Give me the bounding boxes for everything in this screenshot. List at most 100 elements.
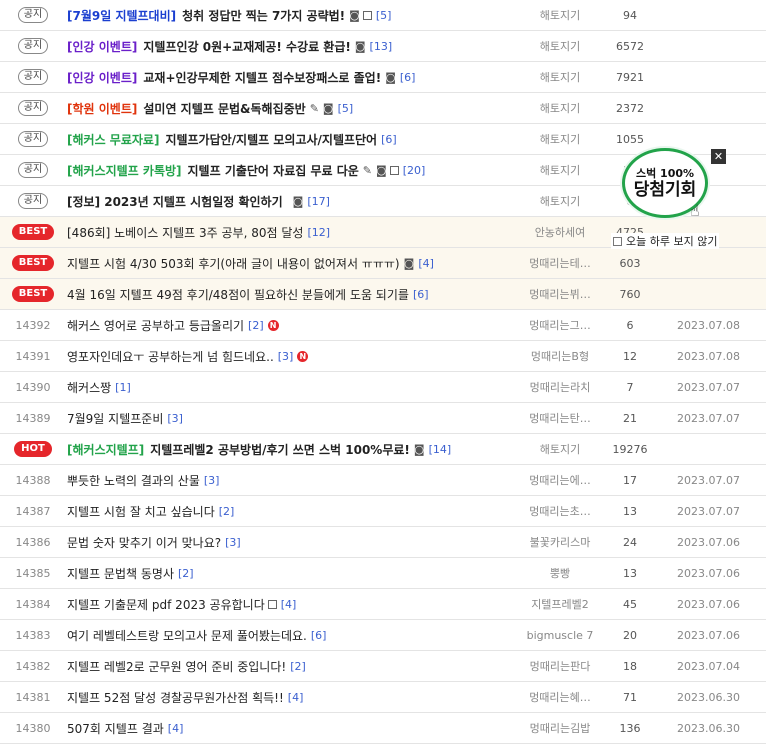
comment-count[interactable]: [5] xyxy=(338,102,354,115)
post-author[interactable]: 해토지기 xyxy=(505,93,615,123)
table-row[interactable]: 14386 문법 숫자 맞추기 이거 맞나요? [3] 불꽃카리스마 24 2023.07… xyxy=(0,527,766,558)
post-author[interactable]: 해토지기 xyxy=(505,0,615,30)
post-title-link[interactable]: 4월 16일 지텔프 49점 후기/48점이 필요하신 분들에게 도움 되기를 xyxy=(67,286,409,303)
post-category[interactable]: [인강 이벤트] xyxy=(67,38,137,55)
post-author[interactable]: 해토지기 xyxy=(505,434,615,464)
post-title-link[interactable]: 지텔프 레벨2로 군무원 영어 준비 중입니다! xyxy=(67,658,286,675)
post-author[interactable]: bigmuscle 7 xyxy=(505,620,615,650)
post-category[interactable]: [해커스지텔프] xyxy=(67,441,144,458)
post-title-cell[interactable]: 해커스짱 [1] xyxy=(67,372,517,402)
post-title-link[interactable]: 여기 레벨테스트랑 모의고사 문제 풀어봤는데요. xyxy=(67,627,307,644)
comment-count[interactable]: [14] xyxy=(429,443,452,456)
post-title-cell[interactable]: [인강 이벤트] 지텔프인강 0원+교재제공! 수강료 환급! ◙ [13] xyxy=(67,31,517,61)
table-row[interactable]: 14382 지텔프 레벨2로 군무원 영어 준비 중입니다! [2] 멍때리는판다 18… xyxy=(0,651,766,682)
post-author[interactable]: 불꽃카리스마 xyxy=(505,527,615,557)
post-title-link[interactable]: 7월9일 지텔프준비 xyxy=(67,410,163,427)
comment-count[interactable]: [6] xyxy=(311,629,327,642)
post-author[interactable]: 지텔프레벨2 xyxy=(505,589,615,619)
table-row[interactable]: 14390 해커스짱 [1] 멍때리는라치 7 2023.07.07 xyxy=(0,372,766,403)
post-title-cell[interactable]: 지텔프 시험 잘 치고 싶습니다 [2] xyxy=(67,496,517,526)
comment-count[interactable]: [2] xyxy=(290,660,306,673)
post-title-link[interactable]: [486회] 노베이스 지텔프 3주 공부, 80점 달성 xyxy=(67,224,303,241)
post-author[interactable]: 해토지기 xyxy=(505,31,615,61)
post-title-link[interactable]: 지텔프 문법책 동명사 xyxy=(67,565,174,582)
table-row[interactable]: 14383 여기 레벨테스트랑 모의고사 문제 풀어봤는데요. [6] bigmusc… xyxy=(0,620,766,651)
post-title-link[interactable]: 청취 정답만 찍는 7가지 공략법! xyxy=(182,7,345,24)
table-row[interactable]: 14388 뿌듯한 노력의 결과의 산물 [3] 멍때리는에… 17 2023.07.07 xyxy=(0,465,766,496)
post-title-cell[interactable]: 지텔프 레벨2로 군무원 영어 준비 중입니다! [2] xyxy=(67,651,517,681)
post-title-cell[interactable]: 507회 지텔프 결과 [4] xyxy=(67,713,517,743)
post-title-cell[interactable]: [학원 이벤트] 설미연 지텔프 문법&독해집중반 ✎ ◙ [5] xyxy=(67,93,517,123)
comment-count[interactable]: [3] xyxy=(278,350,294,363)
table-row[interactable]: 14384 지텔프 기출문제 pdf 2023 공유합니다 [4] 지텔프레벨2 45 2… xyxy=(0,589,766,620)
comment-count[interactable]: [13] xyxy=(370,40,393,53)
post-author[interactable]: 안농하세여 xyxy=(505,217,615,247)
post-category[interactable]: [해커스지텔프 카톡방] xyxy=(67,162,182,179)
post-category[interactable]: [인강 이벤트] xyxy=(67,69,137,86)
post-category[interactable]: [7월9일 지텔프대비] xyxy=(67,7,176,24)
close-popup-button[interactable]: ✕ xyxy=(711,149,726,164)
table-row[interactable]: BEST 4월 16일 지텔프 49점 후기/48점이 필요하신 분들에게 도움 … xyxy=(0,279,766,310)
comment-count[interactable]: [4] xyxy=(281,598,297,611)
comment-count[interactable]: [5] xyxy=(376,9,392,22)
post-category[interactable]: [학원 이벤트] xyxy=(67,100,137,117)
hide-today-checkbox[interactable]: 오늘 하루 보지 않기 xyxy=(611,233,720,249)
table-row[interactable]: 14391 영포자인데요ㅜ 공부하는게 넘 힘드네요.. [3] N 멍때리는B형 12 2… xyxy=(0,341,766,372)
post-title-cell[interactable]: 지텔프 기출문제 pdf 2023 공유합니다 [4] xyxy=(67,589,517,619)
post-title-link[interactable]: 지텔프 기출단어 자료집 무료 다운 xyxy=(188,162,359,179)
post-title-link[interactable]: 지텔프 기출문제 pdf 2023 공유합니다 xyxy=(67,596,265,613)
post-title-cell[interactable]: [해커스 무료자료] 지텔프가답안/지텔프 모의고사/지텔프단어 [6] xyxy=(67,124,517,154)
table-row[interactable]: 공지 [인강 이벤트] 지텔프인강 0원+교재제공! 수강료 환급! ◙ [13] 해토지… xyxy=(0,31,766,62)
post-title-link[interactable]: 영포자인데요ㅜ 공부하는게 넘 힘드네요.. xyxy=(67,348,274,365)
post-title-link[interactable]: 지텔프인강 0원+교재제공! 수강료 환급! xyxy=(143,38,350,55)
comment-count[interactable]: [20] xyxy=(403,164,426,177)
post-title-link[interactable]: 지텔프 시험 4/30 503회 후기(아래 글이 내용이 없어져서 ㅠㅠㅠ) xyxy=(67,255,400,272)
comment-count[interactable]: [2] xyxy=(219,505,235,518)
table-row[interactable]: 14387 지텔프 시험 잘 치고 싶습니다 [2] 멍때리는초… 13 2023.07.… xyxy=(0,496,766,527)
comment-count[interactable]: [6] xyxy=(381,133,397,146)
checkbox-icon[interactable] xyxy=(613,236,622,246)
post-title-cell[interactable]: 7월9일 지텔프준비 [3] xyxy=(67,403,517,433)
post-title-cell[interactable]: 영포자인데요ㅜ 공부하는게 넘 힘드네요.. [3] N xyxy=(67,341,517,371)
promo-popup[interactable]: 스벅 100% 당첨기회 ☝ ✕ 오늘 하루 보지 않기 xyxy=(608,146,728,251)
post-title-cell[interactable]: 지텔프 문법책 동명사 [2] xyxy=(67,558,517,588)
post-title-link[interactable]: 지텔프 시험 잘 치고 싶습니다 xyxy=(67,503,215,520)
post-title-link[interactable]: 뿌듯한 노력의 결과의 산물 xyxy=(67,472,200,489)
post-title-cell[interactable]: 뿌듯한 노력의 결과의 산물 [3] xyxy=(67,465,517,495)
post-title-cell[interactable]: 문법 숫자 맞추기 이거 맞나요? [3] xyxy=(67,527,517,557)
table-row[interactable]: 공지 [학원 이벤트] 설미연 지텔프 문법&독해집중반 ✎ ◙ [5] 해토지기 2372 xyxy=(0,93,766,124)
post-title-cell[interactable]: [해커스지텔프 카톡방] 지텔프 기출단어 자료집 무료 다운 ✎ ◙ [20] xyxy=(67,155,517,185)
post-title-link[interactable]: 지텔프가답안/지텔프 모의고사/지텔프단어 xyxy=(165,131,377,148)
post-title-cell[interactable]: 여기 레벨테스트랑 모의고사 문제 풀어봤는데요. [6] xyxy=(67,620,517,650)
post-title-link[interactable]: 문법 숫자 맞추기 이거 맞나요? xyxy=(67,534,221,551)
comment-count[interactable]: [4] xyxy=(168,722,184,735)
post-author[interactable]: 멍때리는라치 xyxy=(505,372,615,402)
post-title-link[interactable]: 설미연 지텔프 문법&독해집중반 xyxy=(143,100,305,117)
post-category[interactable]: [해커스 무료자료] xyxy=(67,131,159,148)
comment-count[interactable]: [3] xyxy=(167,412,183,425)
post-title-link[interactable]: 507회 지텔프 결과 xyxy=(67,720,164,737)
comment-count[interactable]: [2] xyxy=(178,567,194,580)
post-title-cell[interactable]: [인강 이벤트] 교재+인강무제한 지텔프 점수보장패스로 졸업! ◙ [6] xyxy=(67,62,517,92)
comment-count[interactable]: [1] xyxy=(115,381,131,394)
post-title-cell[interactable]: [486회] 노베이스 지텔프 3주 공부, 80점 달성 [12] xyxy=(67,217,517,247)
table-row[interactable]: 14389 7월9일 지텔프준비 [3] 멍때리는탄… 21 2023.07.07 xyxy=(0,403,766,434)
post-title-cell[interactable]: 지텔프 52점 달성 경찰공무원가산점 획득!! [4] xyxy=(67,682,517,712)
table-row[interactable]: 공지 [7월9일 지텔프대비] 청취 정답만 찍는 7가지 공략법! ◙ [5] 해토지기… xyxy=(0,0,766,31)
table-row[interactable]: BEST 지텔프 시험 4/30 503회 후기(아래 글이 내용이 없어져서 ㅠ… xyxy=(0,248,766,279)
post-title-cell[interactable]: [정보] 2023년 지텔프 시험일정 확인하기 ◙ [17] xyxy=(67,186,517,216)
table-row[interactable]: 14385 지텔프 문법책 동명사 [2] 뿡빵 13 2023.07.06 xyxy=(0,558,766,589)
post-author[interactable]: 멍때리는뷔… xyxy=(505,279,615,309)
comment-count[interactable]: [6] xyxy=(413,288,429,301)
comment-count[interactable]: [3] xyxy=(204,474,220,487)
table-row[interactable]: 14392 해커스 영어로 공부하고 등급올리기 [2] N 멍때리는그… 6 2023.0… xyxy=(0,310,766,341)
post-title-link[interactable]: 지텔프 52점 달성 경찰공무원가산점 획득!! xyxy=(67,689,284,706)
post-title-cell[interactable]: 지텔프 시험 4/30 503회 후기(아래 글이 내용이 없어져서 ㅠㅠㅠ) ◙… xyxy=(67,248,517,278)
table-row[interactable]: 공지 [인강 이벤트] 교재+인강무제한 지텔프 점수보장패스로 졸업! ◙ [6] 해토… xyxy=(0,62,766,93)
post-author[interactable]: 해토지기 xyxy=(505,155,615,185)
post-author[interactable]: 해토지기 xyxy=(505,186,615,216)
comment-count[interactable]: [4] xyxy=(288,691,304,704)
comment-count[interactable]: [3] xyxy=(225,536,241,549)
comment-count[interactable]: [6] xyxy=(400,71,416,84)
comment-count[interactable]: [17] xyxy=(307,195,330,208)
